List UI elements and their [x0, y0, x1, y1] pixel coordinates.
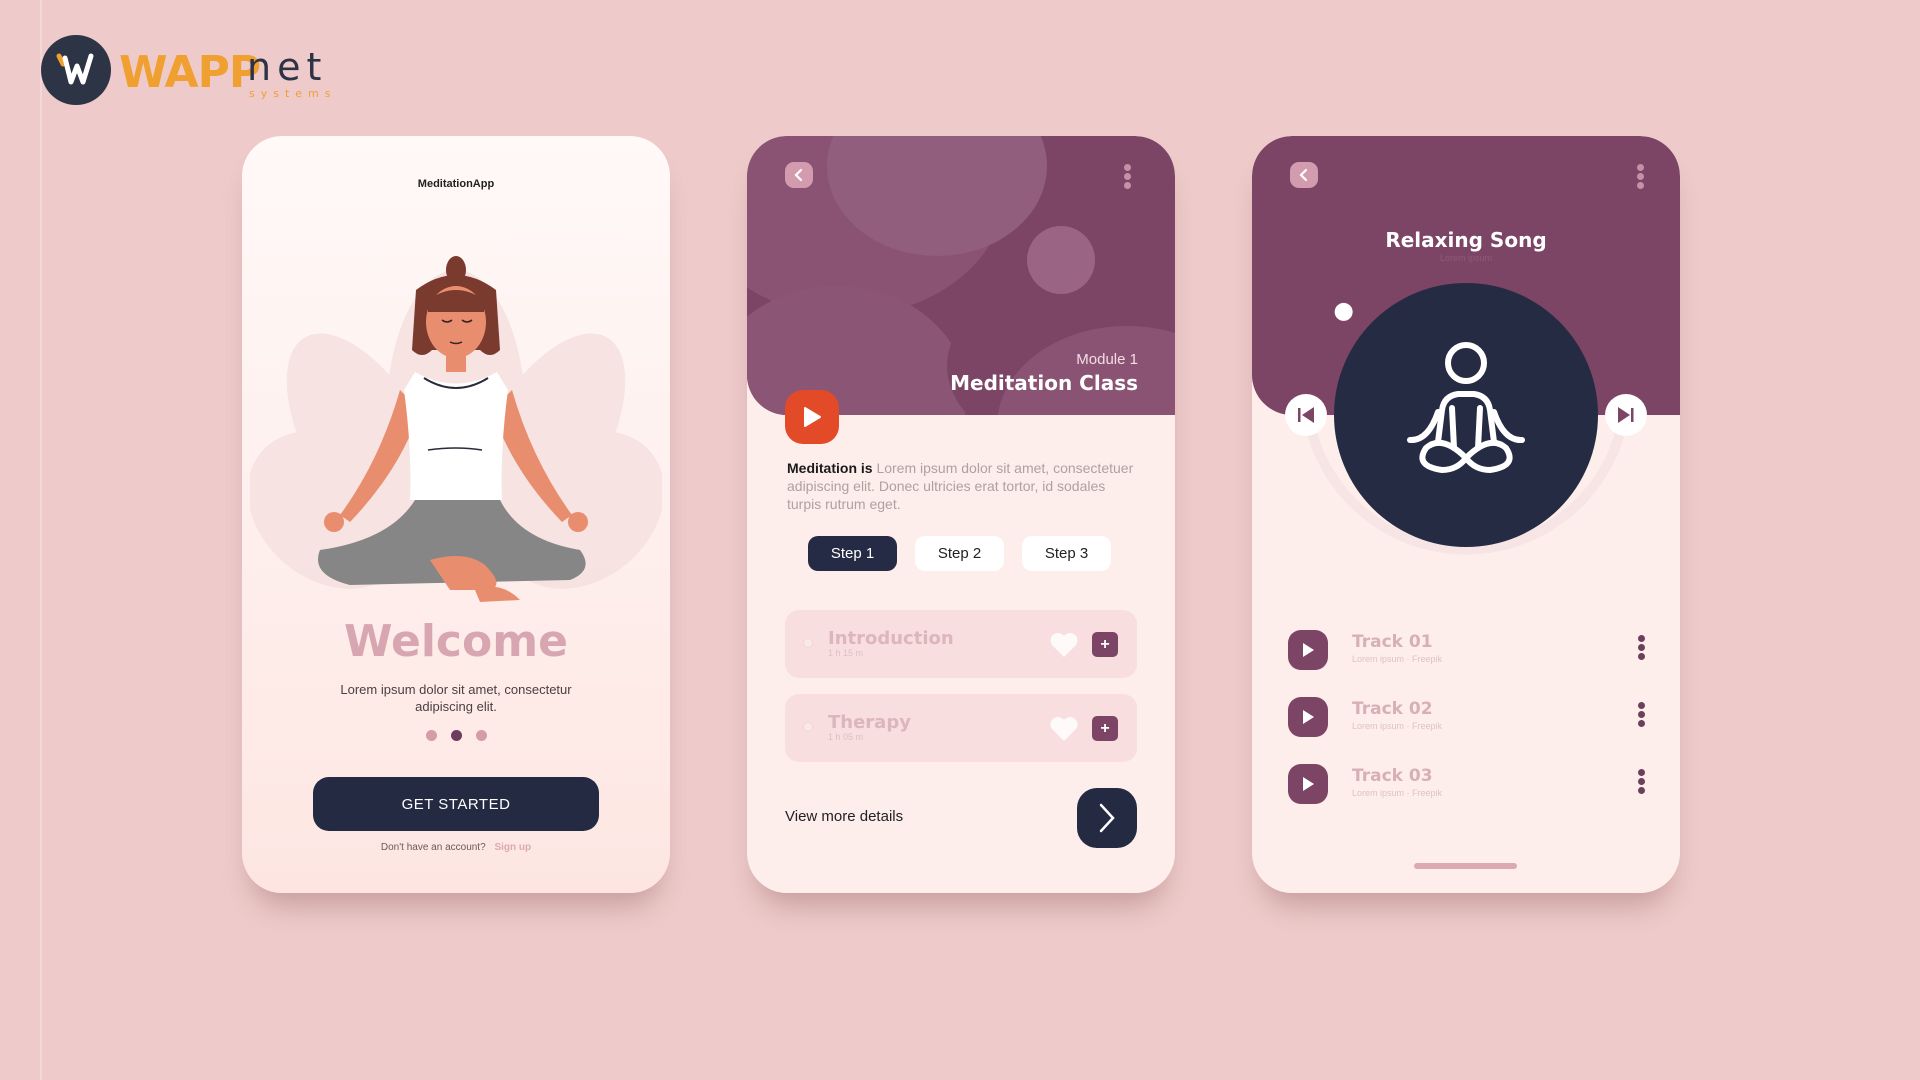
- track-row[interactable]: Track 01 Lorem ipsum · Freepik: [1288, 630, 1648, 670]
- tab-step-1[interactable]: Step 1: [808, 536, 897, 571]
- description-bold: Meditation is: [787, 460, 873, 476]
- chevron-right-icon: [1099, 803, 1115, 833]
- home-indicator: [1414, 863, 1517, 869]
- pager-dot[interactable]: [425, 730, 437, 741]
- lesson-item[interactable]: Introduction 1 h 15 m +: [785, 610, 1137, 678]
- class-header: Module 1 Meditation Class: [747, 136, 1175, 415]
- add-lesson-button[interactable]: +: [1092, 632, 1118, 657]
- lesson-duration: 1 h 15 m: [828, 648, 864, 658]
- play-icon: [1303, 777, 1314, 791]
- welcome-subtitle: Lorem ipsum dolor sit amet, consectetur …: [340, 682, 572, 714]
- play-icon: [1303, 710, 1314, 724]
- kebab-menu-icon[interactable]: [1123, 164, 1131, 189]
- pager-dot[interactable]: [475, 730, 487, 741]
- track-play-button[interactable]: [1288, 697, 1328, 737]
- track-menu-icon[interactable]: [1638, 702, 1645, 727]
- track-play-button[interactable]: [1288, 630, 1328, 670]
- header-blob: [747, 286, 967, 415]
- track-menu-icon[interactable]: [1638, 635, 1645, 660]
- artwork-circle: [1334, 283, 1598, 547]
- tab-step-2[interactable]: Step 2: [915, 536, 1004, 571]
- signup-prompt: Don't have an account?: [380, 842, 486, 853]
- app-title: MeditationApp: [417, 178, 495, 190]
- play-class-button[interactable]: [785, 390, 839, 444]
- signup-row: Don't have an account? Sign up: [242, 842, 670, 853]
- header-blob: [1027, 226, 1095, 294]
- play-icon: [1303, 643, 1314, 657]
- signup-link[interactable]: Sign up: [494, 842, 531, 853]
- module-label: Module 1: [1076, 351, 1138, 368]
- heart-icon[interactable]: [1049, 632, 1079, 658]
- page-edge-divider: [40, 0, 42, 1080]
- lesson-radio[interactable]: [803, 638, 813, 648]
- track-subtitle: Lorem ipsum · Freepik: [1352, 788, 1443, 798]
- chevron-left-icon: [794, 168, 803, 182]
- add-lesson-button[interactable]: +: [1092, 716, 1118, 741]
- track-title: Track 01: [1352, 632, 1433, 652]
- lesson-radio[interactable]: [803, 722, 813, 732]
- player-screen: Relaxing Song Lorem ipsum Track 01 Lorem…: [1252, 136, 1680, 893]
- skip-previous-button[interactable]: [1285, 394, 1327, 436]
- logo-w-icon: [41, 35, 111, 105]
- player-artwork: [1285, 283, 1647, 555]
- get-started-button[interactable]: GET STARTED: [313, 777, 599, 831]
- track-title: Track 02: [1352, 699, 1433, 719]
- lesson-item[interactable]: Therapy 1 h 05 m +: [785, 694, 1137, 762]
- track-row[interactable]: Track 03 Lorem ipsum · Freepik: [1288, 764, 1648, 804]
- play-icon: [804, 407, 821, 427]
- lesson-duration: 1 h 05 m: [828, 732, 864, 742]
- track-menu-icon[interactable]: [1638, 769, 1645, 794]
- pager-dots: [242, 730, 670, 741]
- track-subtitle: Lorem ipsum · Freepik: [1352, 654, 1443, 664]
- view-more-details-link[interactable]: View more details: [785, 808, 903, 825]
- track-play-button[interactable]: [1288, 764, 1328, 804]
- track-title: Track 03: [1352, 766, 1433, 786]
- next-button[interactable]: [1077, 788, 1137, 848]
- meditation-illustration: [250, 256, 662, 602]
- progress-knob[interactable]: [1334, 302, 1353, 321]
- class-title: Meditation Class: [950, 371, 1138, 395]
- tab-step-3[interactable]: Step 3: [1022, 536, 1111, 571]
- pager-dot-active[interactable]: [450, 730, 462, 741]
- back-button[interactable]: [785, 162, 813, 188]
- logo-wapp-text: WAPP: [119, 47, 261, 98]
- lesson-title: Introduction: [828, 628, 954, 649]
- step-tabs: Step 1 Step 2 Step 3: [808, 536, 1111, 571]
- heart-icon[interactable]: [1049, 716, 1079, 742]
- track-row[interactable]: Track 02 Lorem ipsum · Freepik: [1288, 697, 1648, 737]
- skip-next-button[interactable]: [1605, 394, 1647, 436]
- lesson-title: Therapy: [828, 712, 911, 733]
- logo-tagline: systems: [249, 87, 337, 100]
- welcome-heading: Welcome: [344, 616, 568, 667]
- skip-previous-icon: [1298, 408, 1301, 422]
- welcome-screen: MeditationApp Welcome Lorem ipsum dolor …: [242, 136, 670, 893]
- logo-net-text: net: [247, 45, 328, 89]
- class-description: Meditation is Lorem ipsum dolor sit amet…: [787, 459, 1137, 513]
- track-subtitle: Lorem ipsum · Freepik: [1352, 721, 1443, 731]
- class-screen: Module 1 Meditation Class Meditation is …: [747, 136, 1175, 893]
- brand-logo: WAPP net systems: [41, 35, 331, 105]
